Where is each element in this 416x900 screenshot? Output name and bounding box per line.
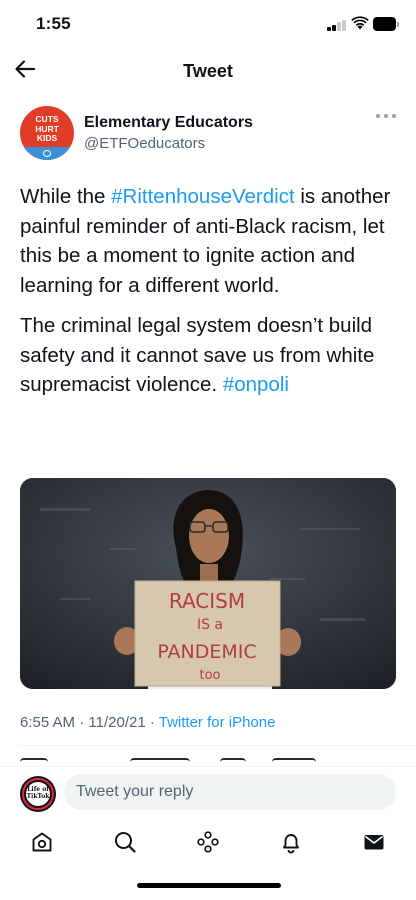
notifications-icon	[283, 834, 299, 854]
sign-line-4: too	[199, 668, 220, 683]
tweet-paragraph-2: The criminal legal system doesn’t build …	[20, 314, 375, 396]
photo-illustration: RACISM IS a PANDEMIC too	[20, 478, 396, 689]
tab-spaces[interactable]	[194, 828, 222, 856]
tweet-photo[interactable]: RACISM IS a PANDEMIC too	[20, 478, 396, 689]
sign-line-2: IS a	[197, 617, 223, 633]
hashtag-rittenhouse-verdict[interactable]: #RittenhouseVerdict	[111, 185, 294, 208]
tab-messages[interactable]	[360, 828, 388, 856]
tab-notifications[interactable]	[277, 828, 305, 856]
author-handle[interactable]: @ETFOeducators	[84, 135, 205, 152]
tab-search[interactable]	[111, 828, 139, 856]
home-indicator[interactable]	[137, 883, 281, 888]
status-time: 1:55	[36, 14, 71, 33]
reply-bar: Life of TikTok	[0, 766, 416, 816]
divider	[20, 745, 416, 746]
reply-input[interactable]	[64, 774, 396, 810]
battery-icon	[373, 17, 399, 31]
author-avatar[interactable]: CUTS HURT KIDS	[20, 106, 74, 160]
tweet-source-app[interactable]: Twitter for iPhone	[159, 714, 276, 731]
nav-header: Tweet	[0, 48, 416, 94]
messages-icon	[364, 835, 384, 850]
tweet-body: While the #RittenhouseVerdict is another…	[20, 182, 404, 411]
more-dots-icon[interactable]	[375, 111, 397, 121]
author-display-name[interactable]: Elementary Educators	[84, 114, 253, 132]
avatar-logo-text: CUTS HURT KIDS	[35, 114, 59, 143]
wifi-icon	[351, 16, 369, 30]
tweet-date: 11/20/21	[88, 714, 146, 731]
search-icon	[115, 832, 136, 853]
tab-home[interactable]	[28, 828, 56, 856]
tab-bar	[0, 816, 416, 868]
page-title: Tweet	[183, 61, 233, 81]
sign-line-1: RACISM	[169, 589, 245, 613]
cellular-signal-icon	[327, 19, 347, 31]
tweet-author: CUTS HURT KIDS Elementary Educators @ETF…	[0, 100, 416, 170]
status-bar: 1:55	[0, 0, 416, 48]
user-avatar-text: Life of TikTok	[26, 782, 50, 806]
tweet-time: 6:55 AM	[20, 714, 76, 731]
tweet-timestamp: 6:55 AM · 11/20/21 · Twitter for iPhone	[20, 714, 276, 731]
home-icon	[32, 832, 52, 852]
user-avatar[interactable]: Life of TikTok	[20, 776, 56, 812]
sign-line-3: PANDEMIC	[157, 641, 256, 663]
tweet-stats-row	[20, 758, 380, 766]
tweet-paragraph-1: While the #RittenhouseVerdict is another…	[20, 185, 391, 297]
hashtag-onpoli[interactable]: #onpoli	[223, 373, 289, 396]
spaces-icon	[197, 831, 219, 853]
